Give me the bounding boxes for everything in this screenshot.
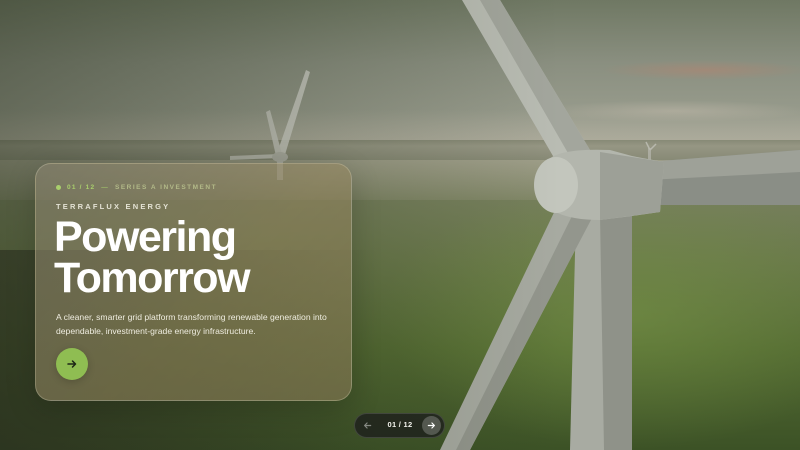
hero-title: Powering Tomorrow bbox=[54, 213, 344, 302]
arrow-right-icon bbox=[427, 422, 435, 429]
kicker-separator: — bbox=[101, 183, 109, 191]
cta-button[interactable] bbox=[56, 348, 88, 380]
arrow-right-icon bbox=[67, 360, 77, 368]
arrow-left-icon bbox=[364, 422, 372, 429]
hero-kicker: 01 / 12 — SERIES A INVESTMENT bbox=[56, 182, 217, 192]
hero-title-line-1: Powering bbox=[54, 213, 237, 261]
previous-slide-button[interactable] bbox=[358, 416, 377, 435]
pager-count: 01 / 12 bbox=[387, 420, 413, 429]
hero-description: A cleaner, smarter grid platform transfo… bbox=[56, 312, 327, 336]
status-dot-icon bbox=[56, 184, 61, 190]
series-label: SERIES A INVESTMENT bbox=[114, 183, 218, 191]
slide-index: 01 / 12 bbox=[67, 183, 96, 191]
hero-title-line-2: Tomorrow bbox=[54, 254, 251, 302]
next-slide-button[interactable] bbox=[422, 416, 441, 435]
brand-name: TERRAFLUX ENERGY bbox=[56, 202, 171, 211]
